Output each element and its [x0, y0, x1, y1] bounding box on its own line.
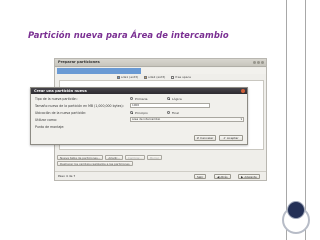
radio-logical[interactable] [167, 97, 170, 100]
use-as-select[interactable]: área de intercambio ▾ [130, 117, 244, 122]
window-titlebar: Preparar particiones [55, 59, 266, 67]
step-indicator: Paso 4 de 7 [58, 174, 76, 178]
back-arrow-icon: ◀ [217, 174, 220, 179]
mount-point-label: Punto de montaje: [35, 124, 65, 129]
partition-legend: sda1 (ext3) sda2 (ext3) free space [117, 75, 191, 79]
legend-label: sda1 (ext3) [121, 75, 139, 79]
ok-label: Aceptar [226, 136, 239, 140]
dialog-close-icon[interactable] [241, 89, 245, 93]
partition-size-input[interactable]: 1000 [130, 103, 210, 108]
legend-item: sda1 (ext3) [117, 75, 138, 79]
use-as-row: Utilizar como: área de intercambio ▾ [35, 117, 247, 122]
window-footer: Paso 4 de 7 Salir ◀ Atrás ▶ Adelante [55, 171, 266, 180]
legend-label: free space [175, 75, 192, 79]
radio-beginning-label: Principio [135, 110, 148, 115]
minimize-icon[interactable] [253, 61, 256, 64]
decorative-dot-icon [287, 201, 305, 219]
slide-title: Partición nueva para Área de intercambio [28, 30, 229, 40]
use-as-value: área de intercambio [132, 117, 161, 121]
partition-type-label: Tipo de la nueva partición: [35, 96, 78, 101]
legend-swatch [117, 75, 120, 79]
cancel-button[interactable]: ⊘ Cancelar [194, 135, 216, 141]
add-partition-button[interactable]: Añadir... [105, 155, 123, 160]
partition-toolbar: Nueva tabla de particiones... Añadir... … [57, 155, 162, 160]
legend-swatch [144, 75, 148, 79]
back-button[interactable]: ◀ Atrás [214, 174, 231, 179]
cancel-label: Cancelar [200, 136, 214, 140]
legend-item: sda2 (ext3) [144, 75, 165, 79]
quit-label: Salir [197, 174, 204, 179]
use-as-label: Utilizar como: [35, 117, 58, 122]
new-table-button[interactable]: Nueva tabla de particiones... [57, 155, 104, 160]
radio-logical-label: Lógica [172, 96, 182, 101]
radio-beginning[interactable] [130, 111, 133, 114]
partition-type-row: Tipo de la nueva partición: Primaria Lóg… [35, 96, 247, 101]
legend-item: free space [171, 75, 191, 79]
radio-end[interactable] [167, 111, 170, 114]
back-label: Atrás [220, 174, 228, 179]
legend-label: sda2 (ext3) [148, 75, 166, 79]
cancel-icon: ⊘ [196, 136, 200, 140]
forward-arrow-icon: ▶ [241, 174, 244, 179]
forward-label: Adelante [244, 174, 257, 179]
maximize-icon[interactable] [257, 61, 260, 64]
forward-button[interactable]: ▶ Adelante [238, 174, 260, 179]
radio-primary[interactable] [130, 97, 133, 100]
window-controls [253, 61, 264, 64]
chevron-down-icon: ▾ [240, 117, 242, 121]
change-partition-button[interactable]: Cambiar... [124, 155, 146, 160]
undo-changes-button[interactable]: Deshacer los cambios realizados a las pa… [57, 161, 133, 166]
dialog-titlebar: Crear una partición nueva [31, 88, 247, 94]
partition-location-label: Ubicación de la nueva partición: [35, 110, 87, 115]
radio-primary-label: Primaria [135, 96, 148, 101]
window-title: Preparar particiones [58, 60, 100, 64]
partition-size-row: Tamaño nuevo de la partición en MB (1,00… [35, 103, 247, 108]
create-partition-dialog: Crear una partición nueva Tipo de la nue… [30, 87, 248, 145]
quit-button[interactable]: Salir [194, 174, 207, 179]
radio-end-label: Final [172, 110, 179, 115]
legend-swatch [171, 75, 175, 79]
partition-location-row: Ubicación de la nueva partición: Princip… [35, 110, 247, 115]
partition-used-segment[interactable] [57, 68, 141, 74]
delete-partition-button[interactable]: Borrar [147, 155, 162, 160]
check-icon: ✔ [223, 136, 226, 140]
mount-point-row: Punto de montaje: [35, 124, 247, 129]
partition-size-label: Tamaño nuevo de la partición en MB (1,00… [35, 103, 124, 108]
ok-button[interactable]: ✔ Aceptar [219, 135, 243, 141]
partition-free-segment[interactable] [140, 68, 266, 74]
partition-bar [57, 68, 266, 74]
close-icon[interactable] [261, 61, 264, 64]
dialog-title: Crear una partición nueva [34, 88, 87, 93]
